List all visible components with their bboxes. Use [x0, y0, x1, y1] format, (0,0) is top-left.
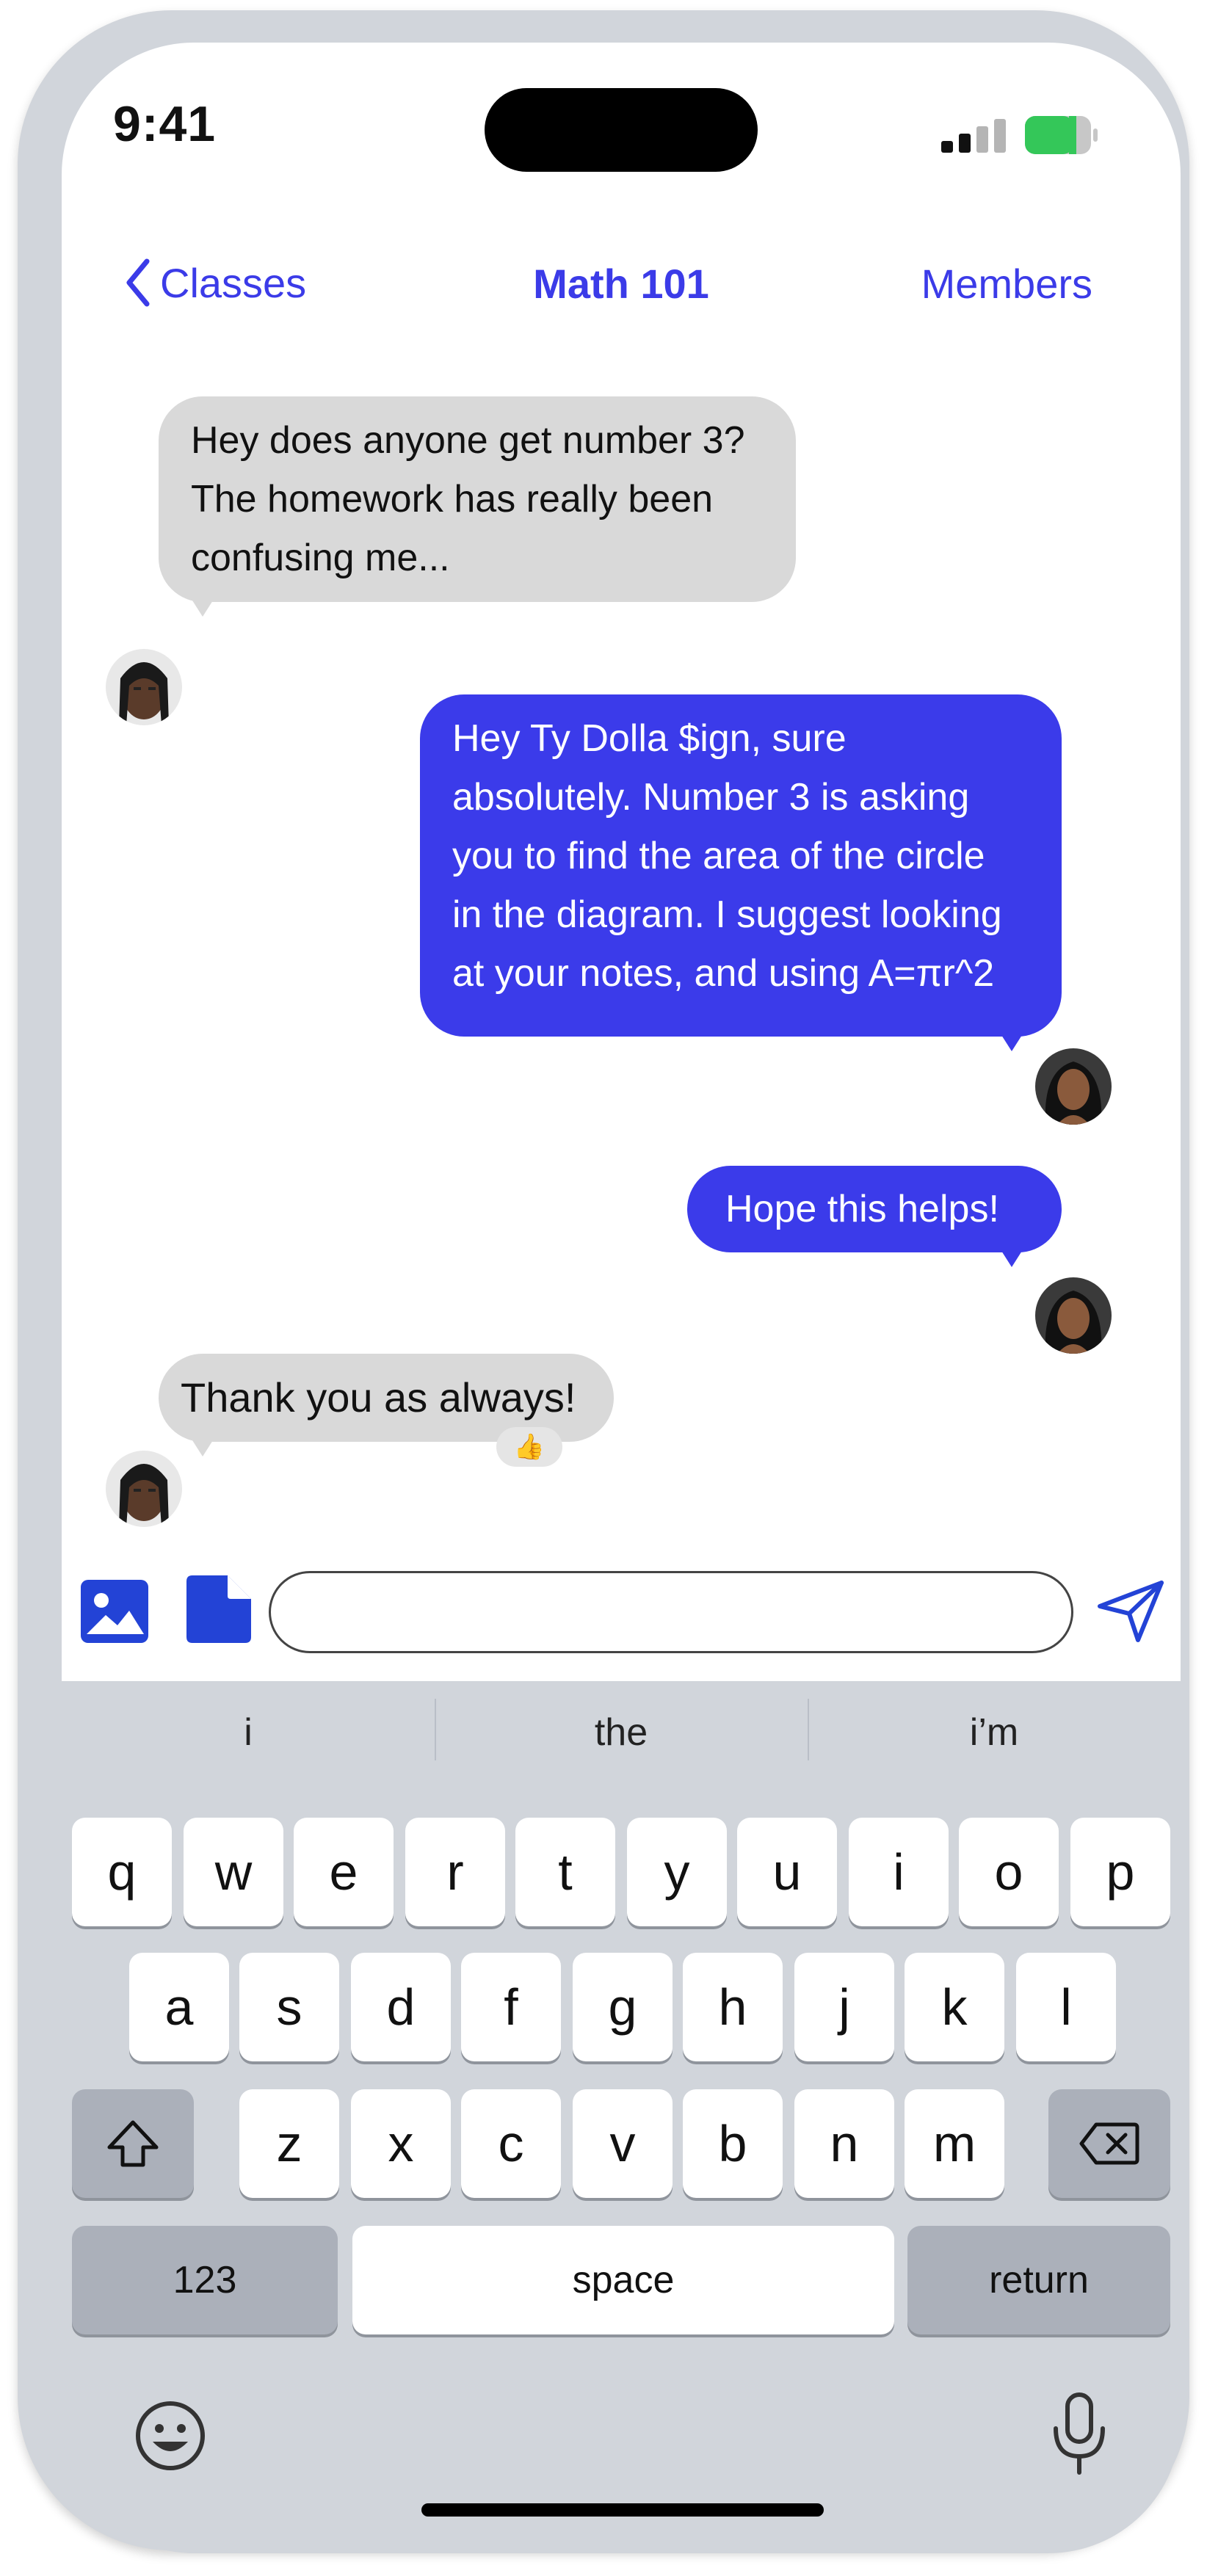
key-p[interactable]: p: [1070, 1818, 1170, 1926]
key-c[interactable]: c: [461, 2089, 561, 2198]
key-v[interactable]: v: [573, 2089, 673, 2198]
bubble-tail: [192, 601, 213, 617]
phone-screen: 9:41 Classes Math 101 Members Hey does a…: [62, 43, 1181, 2553]
members-button[interactable]: Members: [921, 260, 1092, 308]
message-line: Hope this helps!: [725, 1188, 999, 1230]
key-a[interactable]: a: [129, 1953, 229, 2061]
dynamic-island: [485, 88, 758, 172]
avatar-current-user[interactable]: [1035, 1048, 1112, 1125]
key-b[interactable]: b: [683, 2089, 783, 2198]
message-line: Hey Ty Dolla $ign, sure: [452, 717, 847, 760]
key-e[interactable]: e: [294, 1818, 394, 1926]
chat-app: 9:41 Classes Math 101 Members Hey does a…: [62, 43, 1181, 1681]
key-m[interactable]: m: [905, 2089, 1004, 2198]
emoji-icon[interactable]: [134, 2399, 207, 2472]
avatar-current-user[interactable]: [1035, 1277, 1112, 1354]
key-k[interactable]: k: [905, 1953, 1004, 2061]
key-d[interactable]: d: [351, 1953, 451, 2061]
message-bubble-incoming: Hey does anyone get number 3? The homewo…: [159, 396, 796, 602]
key-y[interactable]: y: [627, 1818, 727, 1926]
key-t[interactable]: t: [515, 1818, 615, 1926]
shift-icon: [107, 2120, 159, 2167]
key-x[interactable]: x: [351, 2089, 451, 2198]
bubble-tail: [1001, 1251, 1022, 1267]
avatar-ty-dolla-sign[interactable]: [106, 1451, 182, 1527]
suggestion-2[interactable]: the: [435, 1710, 808, 1755]
key-g[interactable]: g: [573, 1953, 673, 2061]
shift-key[interactable]: [72, 2089, 194, 2198]
key-w[interactable]: w: [184, 1818, 283, 1926]
key-j[interactable]: j: [794, 1953, 894, 2061]
image-icon[interactable]: [81, 1580, 148, 1643]
message-line: at your notes, and using A=πr^2: [452, 952, 995, 995]
cellular-signal-icon: [941, 119, 1006, 153]
message-line: Hey does anyone get number 3?: [191, 419, 745, 462]
key-f[interactable]: f: [461, 1953, 561, 2061]
key-l[interactable]: l: [1016, 1953, 1116, 2061]
message-line: in the diagram. I suggest looking: [452, 893, 1002, 936]
message-line: The homework has really been: [191, 478, 714, 520]
key-i[interactable]: i: [849, 1818, 949, 1926]
message-bubble-outgoing: Hope this helps!: [687, 1166, 1062, 1252]
key-n[interactable]: n: [794, 2089, 894, 2198]
key-o[interactable]: o: [959, 1818, 1059, 1926]
key-q[interactable]: q: [72, 1818, 172, 1926]
send-icon[interactable]: [1097, 1580, 1164, 1643]
file-icon[interactable]: [186, 1575, 251, 1643]
message-line: Thank you as always!: [181, 1374, 576, 1421]
suggestion-3[interactable]: i’m: [808, 1710, 1181, 1755]
reaction-badge[interactable]: 👍: [496, 1427, 562, 1467]
key-s[interactable]: s: [239, 1953, 339, 2061]
message-line: absolutely. Number 3 is asking: [452, 776, 970, 819]
message-bubble-outgoing: Hey Ty Dolla $ign, sure absolutely. Numb…: [420, 694, 1062, 1037]
avatar-ty-dolla-sign[interactable]: [106, 649, 182, 725]
numbers-key[interactable]: 123: [72, 2226, 338, 2334]
phone-frame: 9:41 Classes Math 101 Members Hey does a…: [18, 10, 1189, 2553]
message-line: confusing me...: [191, 537, 450, 579]
message-line: you to find the area of the circle: [452, 835, 985, 877]
key-u[interactable]: u: [737, 1818, 837, 1926]
key-h[interactable]: h: [683, 1953, 783, 2061]
backspace-icon: [1079, 2122, 1139, 2165]
return-key[interactable]: return: [907, 2226, 1170, 2334]
bubble-tail: [192, 1440, 213, 1456]
backspace-key[interactable]: [1048, 2089, 1170, 2198]
suggestion-1[interactable]: i: [62, 1710, 435, 1755]
key-z[interactable]: z: [239, 2089, 339, 2198]
battery-icon: [1025, 116, 1098, 154]
message-input[interactable]: [269, 1571, 1073, 1653]
space-key[interactable]: space: [352, 2226, 894, 2334]
microphone-icon[interactable]: [1050, 2392, 1109, 2477]
bubble-tail: [1001, 1035, 1022, 1051]
key-r[interactable]: r: [405, 1818, 505, 1926]
status-time: 9:41: [113, 96, 217, 152]
home-indicator[interactable]: [421, 2503, 824, 2517]
